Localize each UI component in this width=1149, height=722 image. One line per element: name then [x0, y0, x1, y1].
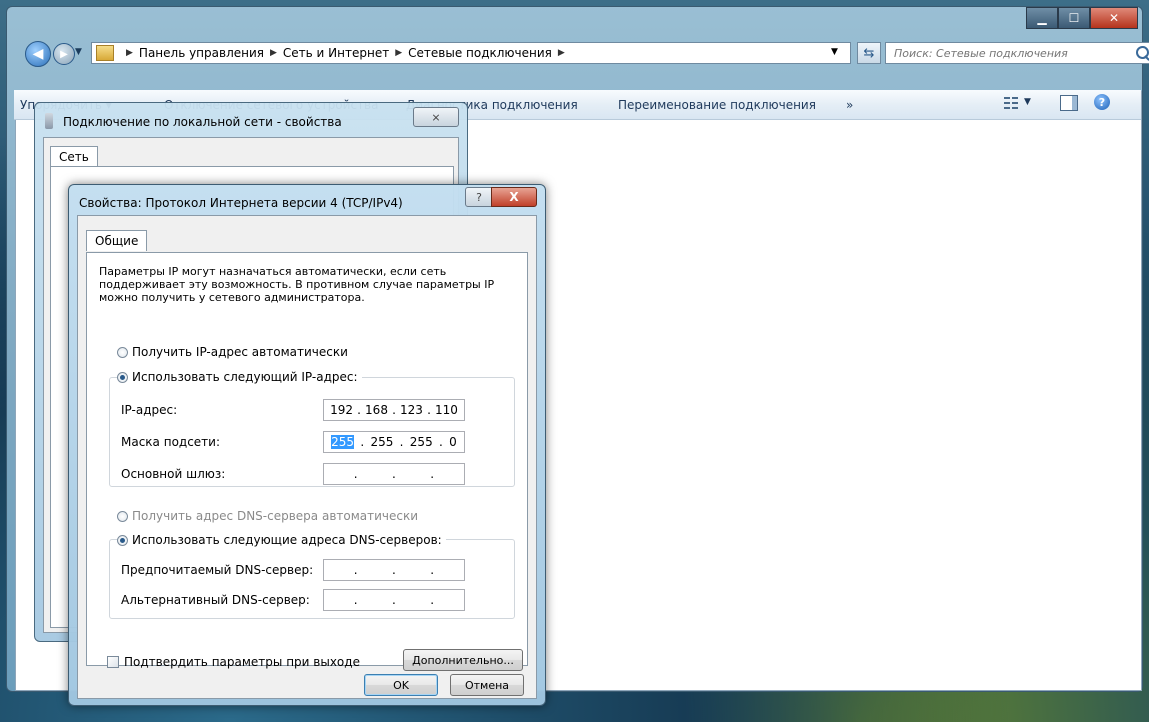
rename-button[interactable]: Переименование подключения — [618, 98, 816, 112]
dns-auto-option[interactable]: Получить адрес DNS-сервера автоматически — [117, 509, 418, 523]
close-button[interactable]: X — [491, 187, 537, 207]
search-icon[interactable] — [1136, 46, 1149, 59]
octet: 255 — [409, 435, 433, 449]
close-button[interactable]: ⨯ — [413, 107, 459, 127]
ip-manual-option[interactable]: Использовать следующий IP-адрес: — [117, 370, 362, 384]
octet: 168 — [365, 403, 388, 417]
octet: 255 — [331, 435, 355, 449]
help-button[interactable]: ? — [465, 187, 493, 207]
address-dropdown-icon[interactable]: ▼ — [831, 47, 838, 57]
subnet-mask-label: Маска подсети: — [121, 435, 221, 449]
arrow-left-icon: ◀ — [32, 46, 44, 62]
help-icon[interactable]: ? — [1094, 94, 1110, 110]
gateway-field[interactable]: ... — [323, 463, 465, 485]
arrow-right-icon: ▶ — [60, 48, 68, 60]
dns-manual-option[interactable]: Использовать следующие адреса DNS-сервер… — [117, 533, 446, 547]
breadcrumb-network-connections[interactable]: Сетевые подключения — [408, 46, 552, 60]
address-row: ◀ ▶ ▼ ▶ Панель управления ▶ Сеть и Интер… — [15, 41, 1149, 67]
preferred-dns-label: Предпочитаемый DNS-сервер: — [121, 563, 314, 577]
confirm-on-exit-option[interactable]: Подтвердить параметры при выходе — [107, 655, 360, 669]
dialog-body: Общие Параметры IP могут назначаться авт… — [77, 215, 537, 699]
dns-manual-radio[interactable] — [117, 534, 128, 546]
change-view-icon[interactable] — [1004, 95, 1020, 111]
history-dropdown-icon[interactable]: ▼ — [75, 47, 82, 57]
ip-auto-label: Получить IP-адрес автоматически — [132, 345, 348, 359]
dns-manual-label: Использовать следующие адреса DNS-сервер… — [132, 533, 442, 547]
close-window-button[interactable]: ✕ — [1090, 7, 1138, 29]
octet: 123 — [400, 403, 423, 417]
ok-button[interactable]: OK — [364, 674, 438, 696]
more-commands-button[interactable]: » — [846, 98, 853, 112]
gateway-label: Основной шлюз: — [121, 467, 226, 481]
network-adapter-icon — [45, 113, 53, 129]
maximize-button[interactable]: ☐ — [1058, 7, 1090, 29]
dns-auto-radio[interactable] — [117, 510, 128, 522]
confirm-checkbox[interactable] — [107, 656, 119, 668]
cancel-button[interactable]: Отмена — [450, 674, 524, 696]
ip-address-label: IP-адрес: — [121, 403, 178, 417]
search-input[interactable] — [892, 45, 1126, 61]
search-box[interactable] — [885, 42, 1149, 64]
octet: 0 — [449, 435, 457, 449]
ip-manual-label: Использовать следующий IP-адрес: — [132, 370, 358, 384]
octet: 192 — [330, 403, 353, 417]
address-bar[interactable]: ▶ Панель управления ▶ Сеть и Интернет ▶ … — [91, 42, 851, 64]
octet: 255 — [370, 435, 394, 449]
caption-buttons: ▁ ☐ ✕ — [1026, 7, 1138, 29]
advanced-button[interactable]: Дополнительно... — [403, 649, 523, 671]
preferred-dns-field[interactable]: ... — [323, 559, 465, 581]
ip-manual-radio[interactable] — [117, 371, 128, 383]
breadcrumb-network-internet[interactable]: Сеть и Интернет — [283, 46, 389, 60]
breadcrumb-control-panel[interactable]: Панель управления — [139, 46, 264, 60]
alternate-dns-field[interactable]: ... — [323, 589, 465, 611]
chevron-right-icon[interactable]: ▶ — [270, 48, 277, 58]
tab-general[interactable]: Общие — [86, 230, 148, 251]
dialog-title: Свойства: Протокол Интернета версии 4 (T… — [79, 196, 403, 210]
alternate-dns-label: Альтернативный DNS-сервер: — [121, 593, 310, 607]
chevron-right-icon[interactable]: ▶ — [126, 48, 133, 58]
chevron-right-icon[interactable]: ▶ — [558, 48, 565, 58]
refresh-icon: ⇆ — [863, 45, 875, 61]
control-panel-icon — [96, 45, 114, 61]
chevron-right-icon[interactable]: ▶ — [395, 48, 402, 58]
octet: 110 — [435, 403, 458, 417]
view-dropdown-icon[interactable]: ▼ — [1024, 97, 1031, 107]
dialog-title: Подключение по локальной сети - свойства — [63, 115, 342, 129]
dns-auto-label: Получить адрес DNS-сервера автоматически — [132, 509, 419, 523]
confirm-label: Подтвердить параметры при выходе — [124, 655, 360, 669]
refresh-button[interactable]: ⇆ — [857, 42, 881, 64]
tab-network[interactable]: Сеть — [50, 146, 98, 167]
general-tab-panel: Параметры IP могут назначаться автоматич… — [86, 252, 528, 671]
forward-button[interactable]: ▶ — [53, 43, 75, 65]
ipv4-properties-dialog: Свойства: Протокол Интернета версии 4 (T… — [68, 184, 546, 706]
ip-auto-radio[interactable] — [117, 346, 128, 358]
ip-auto-option[interactable]: Получить IP-адрес автоматически — [117, 345, 348, 359]
intro-text: Параметры IP могут назначаться автоматич… — [99, 265, 495, 304]
subnet-mask-field[interactable]: 255. 255. 255. 0 — [323, 431, 465, 453]
minimize-button[interactable]: ▁ — [1026, 7, 1058, 29]
preview-pane-icon[interactable] — [1060, 95, 1078, 111]
back-button[interactable]: ◀ — [25, 41, 51, 67]
ip-address-field[interactable]: 192. 168. 123. 110 — [323, 399, 465, 421]
